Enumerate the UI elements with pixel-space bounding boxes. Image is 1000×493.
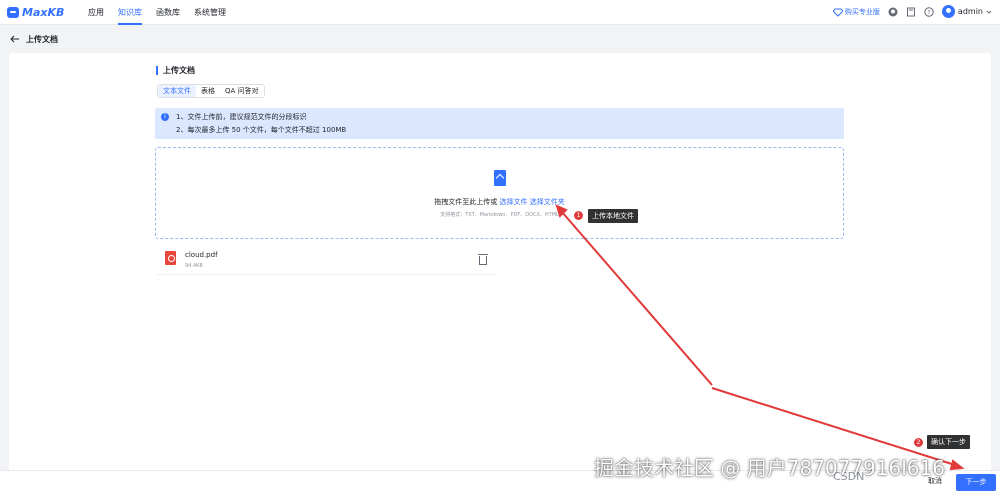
file-size: 94.4KB [185, 263, 203, 269]
info-icon: i [161, 113, 169, 121]
chevron-down-icon [986, 10, 992, 14]
juejin-watermark: 掘金技术社区 @ 用户787077916l616 [594, 456, 945, 480]
tab-text-file[interactable]: 文本文件 [158, 85, 196, 97]
file-type-tabs: 文本文件 表格 QA 问答对 [157, 84, 265, 98]
upgrade-label: 购买专业版 [844, 7, 880, 16]
notice-line-2: 2、每次最多上传 50 个文件，每个文件不超过 100MB [176, 126, 347, 134]
header-actions: 购买专业版 ? admin [832, 5, 992, 18]
next-button[interactable]: 下一步 [956, 474, 996, 491]
book-icon[interactable] [906, 7, 916, 17]
nav-item-apps[interactable]: 应用 [88, 0, 104, 25]
github-icon[interactable] [888, 7, 898, 17]
select-folder-link[interactable]: 选择文件夹 [530, 198, 565, 206]
pdf-icon [165, 251, 176, 265]
annotation-label-1: 上传本地文件 [588, 209, 638, 223]
nav-item-functions[interactable]: 函数库 [156, 0, 180, 25]
upload-notice: i 1、文件上传前，建议规范文件的分段标识 2、每次最多上传 50 个文件，每个… [155, 108, 844, 139]
annotation-label-2: 确认下一步 [927, 435, 970, 449]
select-file-link[interactable]: 选择文件 [500, 198, 528, 206]
trash-icon[interactable] [478, 254, 488, 265]
tab-qa-pairs[interactable]: QA 问答对 [220, 85, 264, 97]
user-menu[interactable]: admin [941, 5, 992, 18]
page-header: 上传文档 [0, 28, 1000, 50]
maxkb-logo[interactable]: MaxKB [7, 6, 64, 19]
annotation-badge-2: 2 [914, 438, 923, 447]
upload-dropzone[interactable]: 拖拽文件至此上传或 选择文件 选择文件夹 支持格式：TXT、Markdown、P… [155, 147, 844, 239]
arrow-left-icon[interactable] [10, 35, 20, 43]
main-nav: 应用 知识库 函数库 系统管理 [88, 0, 226, 25]
annotation-badge-1: 1 [574, 211, 583, 220]
file-name: cloud.pdf [185, 251, 218, 259]
upload-file-icon [494, 170, 506, 186]
nav-item-knowledge[interactable]: 知识库 [118, 0, 142, 25]
avatar [941, 5, 955, 18]
tab-table[interactable]: 表格 [196, 85, 220, 97]
section-title: 上传文档 [156, 66, 195, 75]
logo-text: MaxKB [22, 6, 65, 19]
notice-line-1: 1、文件上传前，建议规范文件的分段标识 [176, 113, 307, 121]
svg-text:?: ? [927, 9, 930, 16]
help-icon[interactable]: ? [924, 6, 934, 17]
logo-icon [7, 7, 19, 18]
top-navbar: MaxKB 应用 知识库 函数库 系统管理 购买专业版 ? admin [0, 0, 1000, 25]
page-title: 上传文档 [26, 34, 58, 44]
username: admin [957, 7, 983, 16]
diamond-icon [832, 8, 843, 17]
dropzone-text: 拖拽文件至此上传或 选择文件 选择文件夹 [156, 197, 843, 207]
upgrade-link[interactable]: 购买专业版 [832, 7, 880, 17]
dropzone-prefix: 拖拽文件至此上传或 [434, 198, 498, 206]
nav-item-system[interactable]: 系统管理 [194, 0, 226, 25]
supported-formats-hint: 支持格式：TXT、Markdown、PDF、DOCX、HTML [440, 212, 559, 218]
uploaded-file-item: cloud.pdf 94.4KB [157, 247, 497, 275]
